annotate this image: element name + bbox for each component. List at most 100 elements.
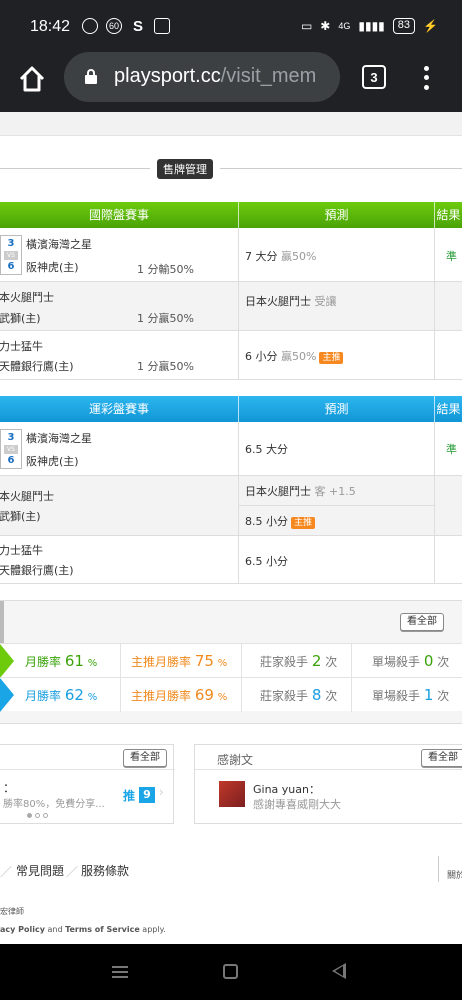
recaptcha-text: acy Policy and Terms of Service apply. [0,925,166,934]
main-win-rate-value: 69 [194,686,214,704]
carousel-dots[interactable] [27,813,48,818]
prediction-value: 6.5 小分 [245,555,288,568]
home-nav-icon[interactable] [223,964,238,979]
prediction-value: 日本火腿鬥士 [245,485,311,498]
killer-label: 莊家殺手 [260,689,309,703]
see-all-button[interactable]: 看全部 [421,749,462,767]
odds-text: 1 分贏50% [137,312,194,325]
status-notification-icons: 60 S [82,18,170,35]
about-link[interactable]: 關於 [447,868,462,881]
single-killer-value: 1 [423,686,434,704]
overflow-menu-icon[interactable] [418,64,434,92]
terms-link[interactable]: 服務條款 [81,862,129,879]
top-strip [0,112,462,136]
see-all-button[interactable]: 看全部 [400,613,444,631]
thanks-message[interactable]: 感謝專喜威剛大大 [253,796,341,812]
prediction-sub: 贏50% [281,250,317,263]
times-label: 次 [437,689,450,703]
lawyer-text: 宏律師 [0,907,24,916]
url-text[interactable]: playsport.cc/visit_mem [114,65,316,88]
push-label: 推 [123,789,136,803]
apply-text: apply. [139,925,166,934]
status-system-icons: ▭ ✱ 4G ▮▮▮▮ 83 ⚡ [301,18,438,34]
win-rate-label: 月勝率 [25,655,62,669]
terms-of-service-link[interactable]: Terms of Service [65,925,140,934]
stats-panel: 看全部 月勝率 61 % 主推月勝率 75 % 莊家殺手 2 次 單場殺手 0 … [0,600,462,724]
home-team: 樂天體銀行鷹(主) [0,564,74,577]
bluetooth-icon: ✱ [320,19,331,33]
address-bar[interactable]: playsport.cc/visit_mem [64,52,340,102]
win-rate-value: 61 [64,652,84,670]
unit: % [217,692,228,703]
and-text: and [44,925,66,934]
odds-text: 1 分輸50% [137,263,194,276]
result-label: 準 [446,250,457,263]
header-game: 國際盤賽事 [88,208,149,222]
faq-link[interactable]: 常見問題 [16,862,64,879]
prediction-value: 6 小分 [245,350,278,363]
recent-apps-icon[interactable] [112,966,128,978]
divider [438,856,439,882]
away-team: 橫濱海灣之星 [26,432,92,445]
divider [220,168,462,169]
system-nav-bar [0,944,462,1000]
main-pick-badge: 主推 [291,517,316,529]
home-team: 西武獅(主) [0,312,41,325]
thanks-card: 感謝文 看全部 Gina yuan： 感謝專喜威剛大大 [194,744,462,824]
separator: ／ [66,865,79,879]
tab-switcher-button[interactable]: 3 [362,65,386,89]
single-killer-label: 單場殺手 [372,655,421,669]
header-result: 結果 [434,202,462,228]
home-team: 樂天體銀行鷹(主) [0,360,74,373]
lock-icon [85,69,97,84]
browser-toolbar: playsport.cc/visit_mem 3 [0,52,462,112]
home-icon[interactable] [17,64,47,94]
article-title[interactable]: ： [3,779,15,796]
times-label: 次 [437,655,450,669]
win-rate-label: 月勝率 [25,689,62,703]
privacy-link[interactable]: acy Policy [0,925,45,934]
unit: % [217,658,228,669]
score-home: 6 [7,455,15,466]
header-prediction: 預測 [238,202,434,228]
prediction: 7 大分 贏50% [245,248,316,264]
main-pick-badge: 主推 [319,352,344,364]
prediction: 日本火腿鬥士 客 +1.5 [245,483,356,499]
divider [0,168,150,169]
main-win-rate-label: 主推月勝率 [131,655,192,669]
result-label: 準 [446,443,457,456]
stat-row-international: 月勝率 61 % 主推月勝率 75 % 莊家殺手 2 次 單場殺手 0 次 [0,643,462,678]
international-table-header: 國際盤賽事 預測 結果 [0,202,462,228]
away-team: 日本火腿鬥士 [0,490,54,503]
killer-label: 莊家殺手 [260,655,309,669]
articles-card: 看全部 ： 勝率80%，免費分享... 推 9 › [0,744,175,824]
unit: % [87,658,98,669]
home-team: 阪神虎(主) [26,261,79,274]
prediction-sub: 受讓 [314,295,337,308]
network-label: 4G [338,21,351,31]
sell-manage-button[interactable]: 售牌管理 [157,159,213,179]
status-bar: 18:42 60 S ▭ ✱ 4G ▮▮▮▮ 83 ⚡ [0,0,462,52]
push-count-badge: 9 [139,787,155,803]
table-row: 歐力士猛牛 樂天體銀行鷹(主) 1 分贏50% 6 小分 贏50%主推 [0,331,462,380]
back-icon[interactable] [332,963,346,979]
score-box: 3 VS 6 [0,429,22,469]
article-snippet[interactable]: 勝率80%，免費分享... [3,795,105,810]
stat-row-lottery: 月勝率 62 % 主推月勝率 69 % 莊家殺手 8 次 單場殺手 1 次 [0,677,462,712]
signal-icon: ▮▮▮▮ [358,19,385,33]
vs-label: VS [4,445,18,454]
away-team: 橫濱海灣之星 [26,238,92,251]
chevron-right-icon[interactable]: › [159,785,164,799]
unit: % [87,692,98,703]
header-game: 運彩盤賽事 [88,402,149,416]
score-box: 3 VS 6 [0,235,22,275]
prediction-2: 8.5 小分 主推 [245,513,316,529]
60-icon: 60 [106,18,122,34]
prediction-sub: 贏50% [281,350,317,363]
page-content: 售牌管理 國際盤賽事 預測 結果 3 VS 6 橫濱海灣之星 阪神虎(主) 1 … [0,112,462,944]
divider [238,505,434,506]
thanks-user[interactable]: Gina yuan： [253,781,320,797]
see-all-button[interactable]: 看全部 [123,749,167,767]
avatar[interactable] [219,781,245,807]
app-icon [82,18,98,34]
